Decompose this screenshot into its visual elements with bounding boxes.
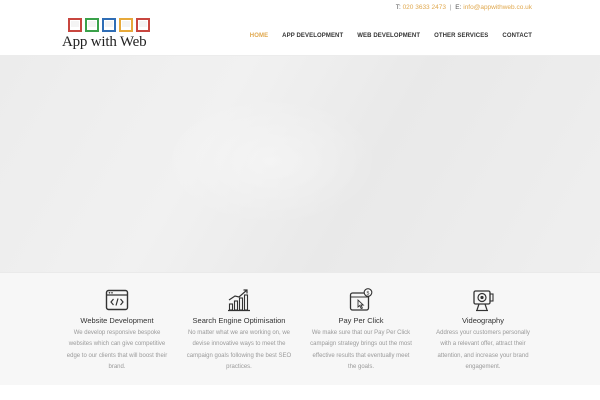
nav-item-app-development[interactable]: APP DEVELOPMENT bbox=[282, 33, 343, 39]
logo-frames-icon bbox=[68, 18, 150, 32]
service-desc-line: practices. bbox=[226, 363, 252, 370]
nav-item-contact[interactable]: CONTACT bbox=[502, 33, 532, 39]
email-label: E: bbox=[455, 4, 462, 11]
svg-text:$: $ bbox=[366, 291, 370, 297]
main-nav: HOME APP DEVELOPMENT WEB DEVELOPMENT OTH… bbox=[250, 16, 532, 56]
service-desc-line: with a relevant offer, attract their bbox=[440, 341, 526, 348]
service-desc-line: We make sure that our Pay Per Click bbox=[311, 330, 411, 336]
topbar-separator: | bbox=[449, 4, 452, 11]
code-window-icon bbox=[105, 289, 129, 311]
phone-link[interactable]: 020 3633 2473 bbox=[403, 4, 446, 11]
contact-topbar: T: 020 3633 2473 | E: info@appwithweb.co… bbox=[0, 0, 600, 16]
logo-frame-1 bbox=[68, 18, 82, 32]
service-desc-line: effective results that eventually meet bbox=[312, 352, 410, 359]
logo-frame-3 bbox=[102, 18, 116, 32]
service-description: We develop responsive bespoke websites w… bbox=[55, 328, 179, 373]
nav-item-other-services[interactable]: OTHER SERVICES bbox=[434, 33, 488, 39]
service-desc-line: campaign strategy brings out the most bbox=[310, 341, 412, 348]
page-bottom-strip bbox=[0, 385, 600, 400]
service-desc-line: No matter what we are working on, we bbox=[187, 330, 291, 336]
nav-item-web-development[interactable]: WEB DEVELOPMENT bbox=[357, 33, 420, 39]
video-camera-icon bbox=[473, 290, 494, 312]
service-desc-line: the goals. bbox=[347, 363, 375, 370]
service-title: Pay Per Click bbox=[338, 316, 384, 325]
site-header: App with Web HOME APP DEVELOPMENT WEB DE… bbox=[0, 16, 600, 56]
logo-frame-5 bbox=[136, 18, 150, 32]
service-desc-line: edge to our clients that will boost thei… bbox=[66, 352, 168, 359]
hero-banner bbox=[0, 56, 600, 272]
service-description: Address your customers personally with a… bbox=[421, 328, 545, 373]
service-desc-line: brand. bbox=[108, 363, 126, 370]
nav-item-home[interactable]: HOME bbox=[250, 33, 268, 39]
service-desc-line: websites which can give competitive bbox=[68, 341, 166, 348]
services-section: Website Development We develop responsiv… bbox=[0, 272, 600, 385]
service-desc-line: devise innovative ways to meet the bbox=[192, 341, 286, 348]
logo-text: App with Web bbox=[62, 34, 147, 50]
phone-label: T: bbox=[395, 4, 401, 11]
service-pay-per-click: $ Pay Per Click We make sure that our Pa… bbox=[299, 273, 423, 373]
logo-frame-4 bbox=[119, 18, 133, 32]
service-website-development: Website Development We develop responsiv… bbox=[55, 273, 179, 373]
service-desc-line: engagement. bbox=[465, 363, 501, 370]
service-desc-line: Address your customers personally bbox=[436, 330, 530, 336]
service-description: No matter what we are working on, we dev… bbox=[177, 328, 301, 373]
service-description: We make sure that our Pay Per Click camp… bbox=[299, 328, 423, 373]
email-link[interactable]: info@appwithweb.co.uk bbox=[463, 4, 532, 11]
site-logo[interactable]: App with Web bbox=[62, 17, 157, 53]
service-desc-line: We develop responsive bespoke bbox=[73, 330, 161, 336]
pay-per-click-icon: $ bbox=[349, 288, 373, 311]
service-desc-line: attention, and increase your brand bbox=[437, 352, 529, 359]
logo-frame-2 bbox=[85, 18, 99, 32]
service-videography: Videography Address your customers perso… bbox=[421, 273, 545, 373]
growth-chart-icon bbox=[228, 289, 250, 312]
service-desc-line: campaign goals following the best SEO bbox=[186, 352, 292, 359]
service-title: Videography bbox=[462, 316, 504, 325]
service-seo: Search Engine Optimisation No matter wha… bbox=[177, 273, 301, 373]
service-title: Website Development bbox=[80, 316, 154, 325]
service-title: Search Engine Optimisation bbox=[192, 316, 286, 325]
hero-background-image bbox=[160, 96, 380, 226]
